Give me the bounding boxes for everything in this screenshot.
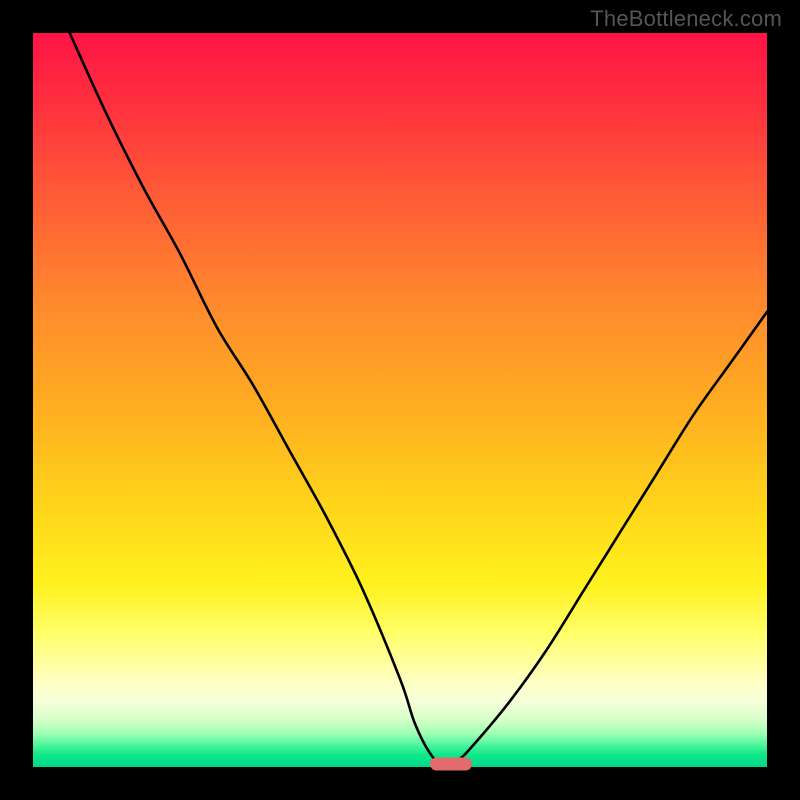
curve-path (70, 33, 767, 767)
plot-area (33, 33, 767, 767)
watermark-text: TheBottleneck.com (590, 6, 782, 32)
optimal-marker (430, 758, 472, 771)
chart-frame: TheBottleneck.com (0, 0, 800, 800)
bottleneck-curve (33, 33, 767, 767)
